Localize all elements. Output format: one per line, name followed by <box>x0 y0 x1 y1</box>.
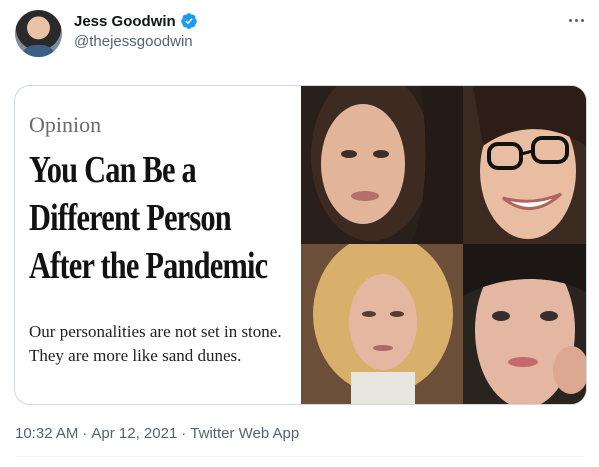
portrait-image <box>301 86 463 244</box>
meta-separator: · <box>82 425 88 442</box>
more-options-icon[interactable] <box>565 12 587 28</box>
portrait-image <box>463 244 586 404</box>
card-image-grid <box>301 86 586 404</box>
tweet-source[interactable]: Twitter Web App <box>190 425 299 442</box>
tweet-time[interactable]: 10:32 AM <box>15 425 78 442</box>
card-kicker: Opinion <box>29 112 102 137</box>
meta-separator: · <box>181 425 187 442</box>
card-text-panel: Opinion You Can Be a Different Person Af… <box>15 86 301 404</box>
avatar-shirt <box>21 45 56 57</box>
card-headline: You Can Be a Different Person After the … <box>29 149 268 287</box>
tweet: Jess Goodwin @thejessgoodwin Opinion You… <box>0 0 599 467</box>
avatar[interactable] <box>15 10 62 57</box>
verified-badge-icon <box>180 13 197 29</box>
portrait-image <box>463 86 586 244</box>
tweet-date[interactable]: Apr 12, 2021 <box>91 425 177 442</box>
display-name[interactable]: Jess Goodwin <box>74 13 176 30</box>
divider <box>15 456 585 457</box>
author-handle[interactable]: @thejessgoodwin <box>74 33 193 50</box>
author-name-row[interactable]: Jess Goodwin <box>74 12 198 30</box>
link-card[interactable]: Opinion You Can Be a Different Person Af… <box>14 85 587 405</box>
card-summary: Our personalities are not set in stone. … <box>29 322 282 365</box>
tweet-meta: 10:32 AM · Apr 12, 2021 · Twitter Web Ap… <box>15 425 299 442</box>
portrait-image <box>301 244 463 404</box>
